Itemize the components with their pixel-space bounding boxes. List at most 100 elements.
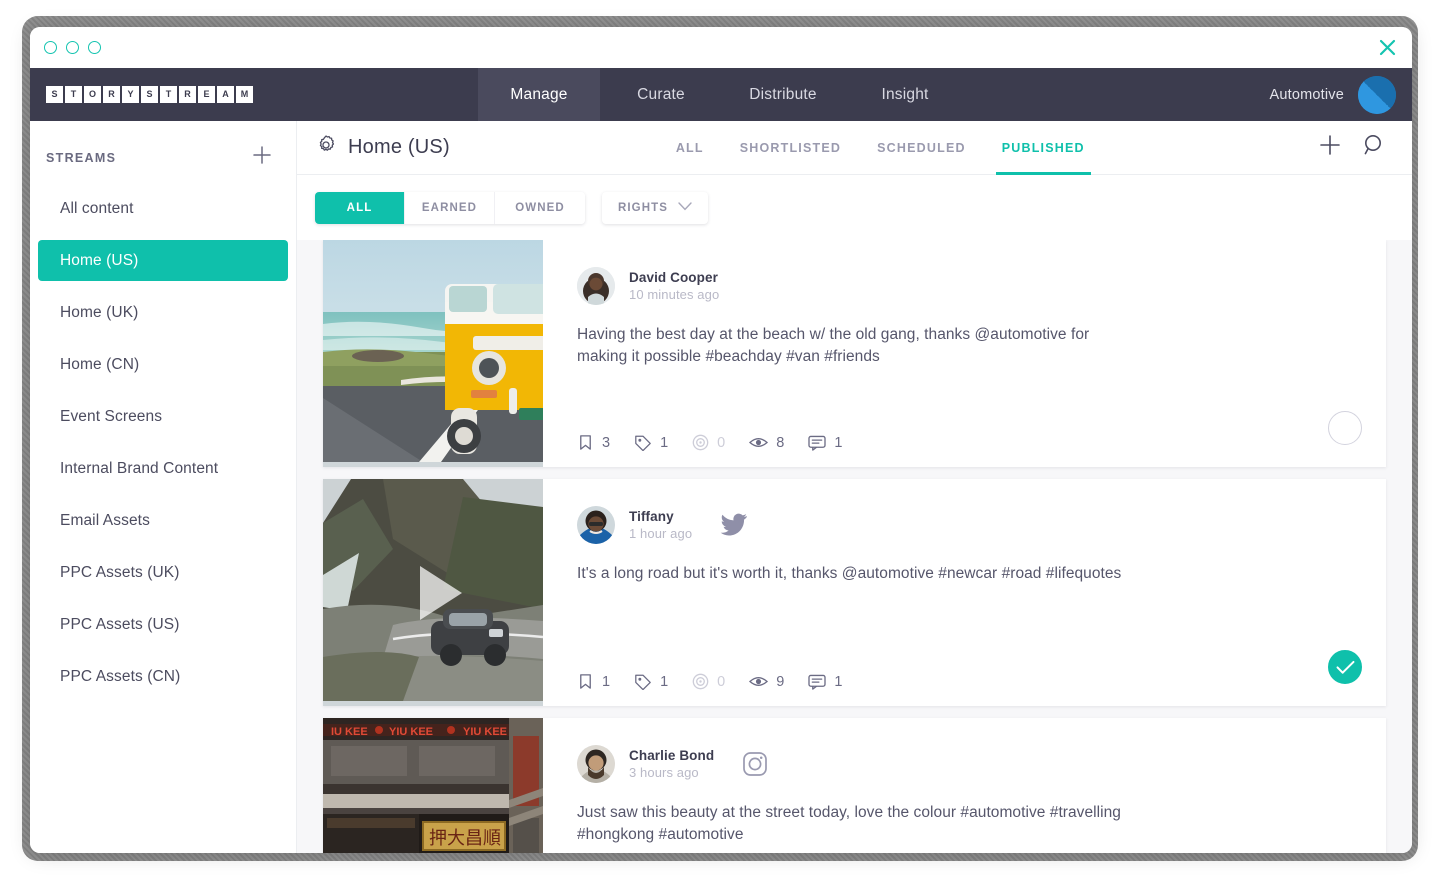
filter-earned-label: EARNED xyxy=(421,201,478,214)
post-select-checkbox[interactable] xyxy=(1328,411,1362,445)
sidebar-item-label: Home (UK) xyxy=(60,303,139,321)
app-body: STREAMS All content Home (US) Home (UK) … xyxy=(30,121,1412,853)
filter-all-button[interactable]: ALL xyxy=(315,191,405,224)
source-filter-group: ALL EARNED OWNED xyxy=(315,191,585,224)
rights-dropdown-label: RIGHTS xyxy=(617,201,669,214)
nav-tab-insight[interactable]: Insight xyxy=(844,68,966,121)
tab-published-label: PUBLISHED xyxy=(1001,140,1085,155)
window-control-minimize-dot[interactable] xyxy=(66,41,79,54)
gear-icon[interactable] xyxy=(315,134,337,162)
sidebar-item-all-content[interactable]: All content xyxy=(38,188,288,229)
stat-targets[interactable]: 0 xyxy=(692,673,725,690)
post-text: Just saw this beauty at the street today… xyxy=(577,804,1121,844)
svg-text:YIU KEE: YIU KEE xyxy=(463,726,507,738)
main-panel: Home (US) ALL SHORTLISTED SCHEDULED PUBL… xyxy=(297,121,1412,853)
post-author-meta: David Cooper 10 minutes ago xyxy=(629,270,719,302)
stream-list: All content Home (US) Home (UK) Home (CN… xyxy=(30,188,296,697)
stat-tags[interactable]: 1 xyxy=(634,434,668,451)
post-card[interactable]: Tiffany 1 hour ago It's a long road but … xyxy=(323,479,1386,706)
avatar-image xyxy=(577,745,615,783)
desktop-background: S T O R Y S T R E A M Manage Curate Dist… xyxy=(0,0,1440,881)
stat-tags[interactable]: 1 xyxy=(634,673,668,690)
window-controls xyxy=(44,41,101,54)
avatar-image xyxy=(577,267,615,305)
window-control-maximize-dot[interactable] xyxy=(88,41,101,54)
stat-views[interactable]: 9 xyxy=(749,674,784,690)
tab-scheduled-label: SCHEDULED xyxy=(877,140,966,155)
nav-tab-insight-label: Insight xyxy=(881,85,929,103)
stat-views[interactable]: 8 xyxy=(749,435,784,451)
post-stats: 3 1 0 8 1 xyxy=(577,416,1360,451)
avatar-image xyxy=(577,506,615,544)
sidebar-item-email-assets[interactable]: Email Assets xyxy=(38,500,288,541)
header-actions xyxy=(1318,133,1386,162)
nav-tab-distribute[interactable]: Distribute xyxy=(722,68,844,121)
tab-shortlisted[interactable]: SHORTLISTED xyxy=(722,121,859,174)
stat-comments[interactable]: 1 xyxy=(808,435,842,451)
post-author-meta: Tiffany 1 hour ago xyxy=(629,509,692,541)
search-icon[interactable] xyxy=(1362,133,1386,162)
nav-tab-curate-label: Curate xyxy=(637,85,685,103)
post-media-image[interactable] xyxy=(323,240,543,467)
stat-targets-value: 0 xyxy=(717,434,726,451)
sidebar-item-home-uk[interactable]: Home (UK) xyxy=(38,292,288,333)
logo-letter: R xyxy=(103,86,120,103)
avatar[interactable] xyxy=(577,267,615,305)
sidebar-item-label: Home (CN) xyxy=(60,355,140,373)
post-text: It's a long road but it's worth it, than… xyxy=(577,565,1122,582)
twitter-icon xyxy=(720,513,748,537)
filter-owned-button[interactable]: OWNED xyxy=(495,191,585,224)
svg-text:押大昌順: 押大昌順 xyxy=(429,828,501,849)
tab-all-label: ALL xyxy=(675,140,704,155)
sidebar-item-event-screens[interactable]: Event Screens xyxy=(38,396,288,437)
post-timestamp: 10 minutes ago xyxy=(629,287,720,302)
stat-targets[interactable]: 0 xyxy=(692,434,725,451)
tab-scheduled[interactable]: SCHEDULED xyxy=(859,121,984,174)
comment-icon xyxy=(808,674,826,690)
sidebar-item-ppc-assets-cn[interactable]: PPC Assets (CN) xyxy=(38,656,288,697)
rights-dropdown[interactable]: RIGHTS xyxy=(602,191,708,224)
post-author-name: David Cooper xyxy=(629,270,718,285)
avatar[interactable] xyxy=(1358,75,1396,114)
sidebar-item-home-cn[interactable]: Home (CN) xyxy=(38,344,288,385)
stat-bookmarks[interactable]: 1 xyxy=(577,673,610,690)
avatar[interactable] xyxy=(577,745,615,783)
sidebar-item-home-us[interactable]: Home (US) xyxy=(38,240,288,281)
stat-bookmarks[interactable]: 3 xyxy=(577,434,610,451)
tab-published[interactable]: PUBLISHED xyxy=(984,121,1103,175)
primary-nav-tabs: Manage Curate Distribute Insight xyxy=(478,68,966,121)
filter-owned-label: OWNED xyxy=(515,201,565,214)
avatar[interactable] xyxy=(577,506,615,544)
close-icon[interactable] xyxy=(1376,37,1398,59)
post-card[interactable]: IU KEE YIU KEE YIU KEE 押大昌順 Charlie Bond… xyxy=(323,718,1386,853)
add-content-icon[interactable] xyxy=(1318,133,1342,162)
logo-letter: S xyxy=(46,86,63,103)
post-media-video[interactable] xyxy=(323,479,543,706)
svg-text:YIU KEE: YIU KEE xyxy=(389,726,433,738)
stat-comments[interactable]: 1 xyxy=(808,674,842,690)
logo-letter: T xyxy=(65,86,82,103)
play-icon[interactable] xyxy=(420,565,462,620)
top-navigation-bar: S T O R Y S T R E A M Manage Curate Dist… xyxy=(30,68,1412,121)
bookmark-icon xyxy=(580,435,591,450)
sidebar-item-internal-brand-content[interactable]: Internal Brand Content xyxy=(38,448,288,489)
post-media-image[interactable]: IU KEE YIU KEE YIU KEE 押大昌順 xyxy=(323,718,543,853)
sidebar-item-ppc-assets-us[interactable]: PPC Assets (US) xyxy=(38,604,288,645)
add-stream-icon[interactable] xyxy=(252,145,272,170)
stat-bookmarks-value: 1 xyxy=(602,673,611,690)
post-select-checkbox[interactable] xyxy=(1328,650,1362,684)
filter-earned-button[interactable]: EARNED xyxy=(405,191,495,224)
tab-all[interactable]: ALL xyxy=(658,121,722,174)
stat-tags-value: 1 xyxy=(660,434,669,451)
post-author-row: David Cooper 10 minutes ago xyxy=(577,267,1360,305)
window-control-close-dot[interactable] xyxy=(44,41,57,54)
stat-comments-value: 1 xyxy=(834,434,843,451)
sidebar-item-label: PPC Assets (US) xyxy=(60,615,180,633)
app-logo[interactable]: S T O R Y S T R E A M xyxy=(30,68,478,121)
plus-icon-glyph xyxy=(1320,135,1340,155)
nav-tab-curate[interactable]: Curate xyxy=(600,68,722,121)
sidebar-item-ppc-assets-uk[interactable]: PPC Assets (UK) xyxy=(38,552,288,593)
post-card[interactable]: David Cooper 10 minutes ago Having the b… xyxy=(323,240,1386,467)
nav-tab-manage[interactable]: Manage xyxy=(478,68,600,121)
account-name-label[interactable]: Automotive xyxy=(1269,87,1344,103)
